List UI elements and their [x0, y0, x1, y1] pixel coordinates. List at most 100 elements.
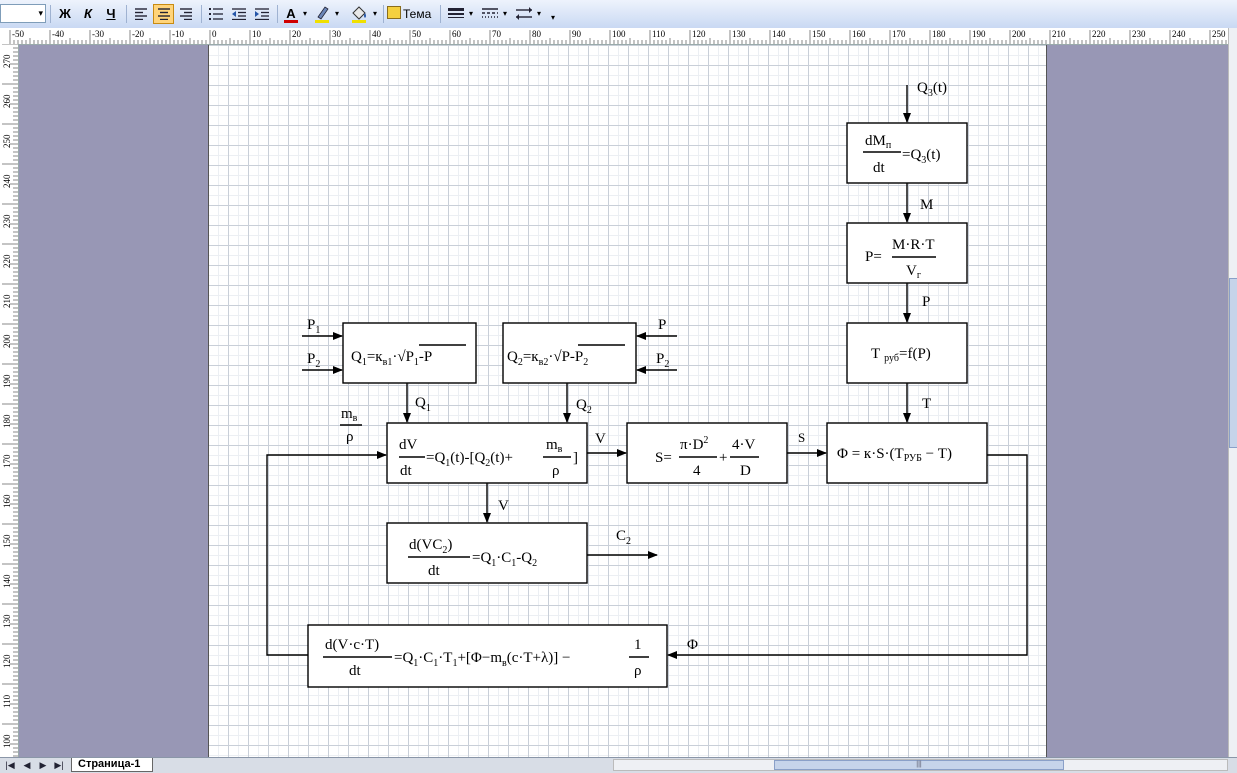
- chevron-down-icon[interactable]: ▾: [301, 4, 309, 24]
- ruler-label: 50: [412, 29, 422, 39]
- font-size-select[interactable]: ▾: [0, 4, 46, 23]
- flux-formula: Φ = к·S·(TРУБ − T): [837, 446, 952, 464]
- ruler-label: 80: [532, 29, 542, 39]
- ruler-label: 250: [2, 134, 12, 148]
- ruler-label: -40: [52, 29, 64, 39]
- mass-den: dt: [873, 160, 886, 176]
- toolbar-separator: [440, 5, 441, 23]
- area-f2-den: D: [740, 463, 751, 479]
- next-page-icon[interactable]: ▶: [36, 759, 50, 772]
- ruler-label: 250: [1212, 29, 1226, 39]
- label-m: M: [920, 197, 933, 213]
- align-center-icon[interactable]: [153, 4, 174, 24]
- label-q2: Q2: [576, 397, 592, 416]
- label-mv-den: ρ: [346, 429, 354, 445]
- label-p2b-in: P2: [656, 351, 669, 370]
- ruler-label: 220: [1092, 29, 1106, 39]
- ruler-label: 200: [2, 334, 12, 348]
- ruler-label: -50: [12, 29, 24, 39]
- line-ends-icon[interactable]: [514, 4, 534, 24]
- ruler-label: 260: [2, 94, 12, 108]
- label-v-right: V: [595, 431, 606, 447]
- volume-num: dV: [399, 437, 418, 453]
- vertical-ruler[interactable]: 270 260 250 240 230 220 210 200 190 180 170 160 150 1…: [0, 44, 19, 757]
- chevron-down-icon[interactable]: ▾: [535, 4, 543, 24]
- ruler-label: 160: [852, 29, 866, 39]
- label-p2-in: P2: [307, 351, 320, 370]
- arrow-phi-feedback: [667, 454, 1028, 659]
- font-color-icon[interactable]: A: [283, 4, 299, 24]
- label-p1-in: P1: [307, 317, 320, 336]
- ruler-label: 70: [492, 29, 502, 39]
- fill-bucket-icon[interactable]: [349, 4, 369, 24]
- ruler-label: 140: [2, 574, 12, 588]
- line-weight-icon[interactable]: [446, 4, 466, 24]
- increase-indent-icon[interactable]: [252, 4, 272, 24]
- ruler-label: 160: [2, 494, 12, 508]
- ruler-label: 120: [692, 29, 706, 39]
- theme-button[interactable]: Тема: [387, 4, 435, 24]
- ruler-label: 130: [2, 614, 12, 628]
- line-pattern-icon[interactable]: [480, 4, 500, 24]
- last-page-icon[interactable]: ▶|: [52, 759, 66, 772]
- ruler-label: 180: [2, 414, 12, 428]
- ruler-label: 140: [772, 29, 786, 39]
- chevron-down-icon[interactable]: ▾: [38, 8, 43, 19]
- horizontal-scroll-thumb[interactable]: |||: [774, 760, 1064, 770]
- ruler-label: 30: [332, 29, 342, 39]
- energy-frac-den: ρ: [634, 663, 642, 679]
- ruler-label: 10: [252, 29, 262, 39]
- ruler-label: -30: [92, 29, 104, 39]
- volume-close: ]: [573, 450, 578, 466]
- decrease-indent-icon[interactable]: [229, 4, 249, 24]
- label-q1: Q1: [415, 395, 431, 414]
- area-f1-den: 4: [693, 463, 701, 479]
- toolbar-options-icon[interactable]: ▾: [549, 8, 557, 28]
- ruler-label: 270: [2, 54, 12, 68]
- label-c2: C2: [616, 528, 631, 547]
- tab-page-1[interactable]: Страница-1: [71, 758, 153, 772]
- horizontal-ruler[interactable]: -50 -40 -30 -20 -10 0 10 20 30 40 50 60 70 80 90 100 110…: [0, 28, 1237, 45]
- chevron-down-icon[interactable]: ▾: [501, 4, 509, 24]
- drawing-workspace: dMп dt =Q3(t) P= M·R·T Vг Tруб=f(P) Q1=к…: [19, 45, 1228, 757]
- label-s: S: [798, 430, 805, 445]
- label-p: P: [922, 294, 930, 310]
- volume-den: dt: [400, 463, 413, 479]
- ruler-label: 150: [812, 29, 826, 39]
- ruler-label: 230: [1132, 29, 1146, 39]
- drawing-page[interactable]: dMп dt =Q3(t) P= M·R·T Vг Tруб=f(P) Q1=к…: [208, 45, 1047, 757]
- theme-label: Тема: [403, 7, 432, 21]
- horizontal-scrollbar[interactable]: |||: [613, 759, 1228, 771]
- label-phi: Φ: [687, 637, 698, 653]
- ruler-label: -10: [172, 29, 184, 39]
- bullet-list-icon[interactable]: [206, 4, 226, 24]
- vertical-scroll-thumb[interactable]: [1229, 278, 1237, 448]
- chevron-down-icon[interactable]: ▾: [467, 4, 475, 24]
- highlight-pen-icon[interactable]: [313, 4, 331, 24]
- chevron-down-icon[interactable]: ▾: [333, 4, 341, 24]
- label-mv-num: mв: [341, 406, 358, 424]
- area-plus: +: [719, 450, 727, 466]
- ruler-label: 20: [292, 29, 302, 39]
- chevron-down-icon[interactable]: ▾: [371, 4, 379, 24]
- align-left-icon[interactable]: [131, 4, 151, 24]
- ruler-label: 40: [372, 29, 382, 39]
- toolbar-separator: [277, 5, 278, 23]
- align-right-icon[interactable]: [176, 4, 196, 24]
- prev-page-icon[interactable]: ◀: [20, 759, 34, 772]
- vertical-scrollbar[interactable]: [1228, 28, 1237, 757]
- ruler-label: 170: [892, 29, 906, 39]
- first-page-icon[interactable]: |◀: [3, 759, 17, 772]
- pressure-lhs: P=: [865, 249, 882, 265]
- label-v-down: V: [498, 498, 509, 514]
- ruler-label: -20: [132, 29, 144, 39]
- ruler-label: 60: [452, 29, 462, 39]
- ruler-label: 120: [2, 654, 12, 668]
- energy-num: d(V·c·T): [325, 637, 379, 653]
- energy-frac-num: 1: [634, 637, 642, 653]
- ruler-label: 190: [2, 374, 12, 388]
- bold-button[interactable]: Ж: [56, 4, 74, 24]
- underline-button[interactable]: Ч: [102, 4, 120, 24]
- italic-button[interactable]: К: [79, 4, 97, 24]
- ruler-label: 200: [1012, 29, 1026, 39]
